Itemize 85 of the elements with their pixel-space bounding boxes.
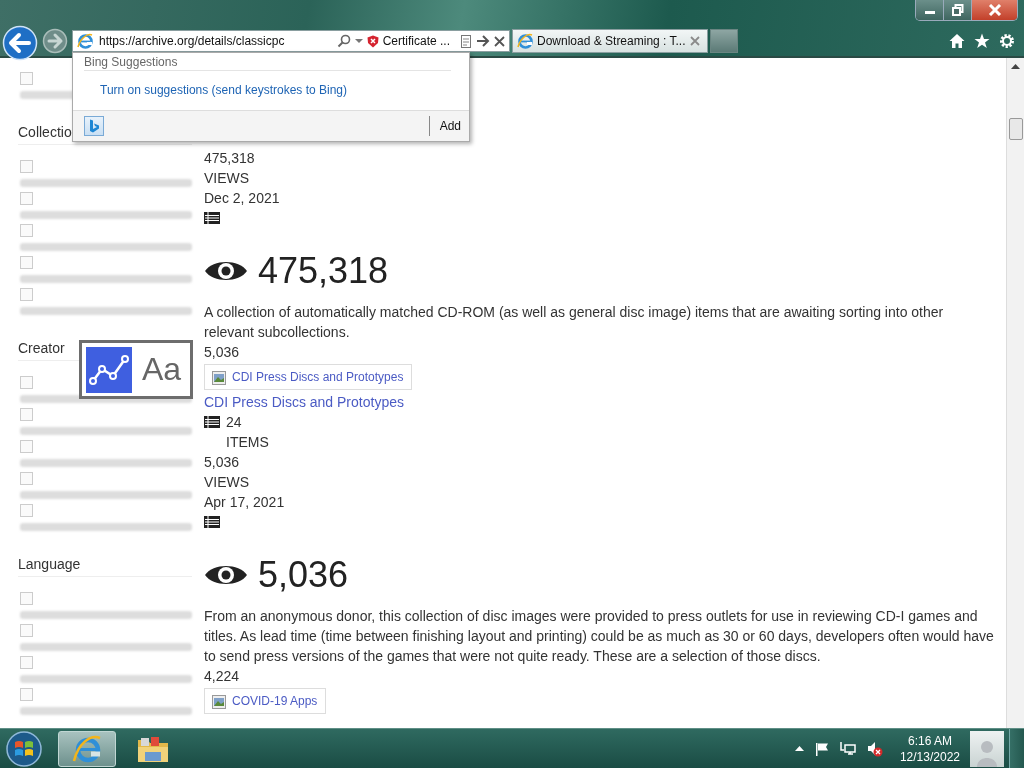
collection-link[interactable]: CDI Press Discs and Prototypes <box>204 392 404 412</box>
list-icon <box>204 516 220 528</box>
show-desktop-button[interactable] <box>1009 728 1024 768</box>
restore-button[interactable] <box>944 0 972 20</box>
suggestions-link[interactable]: Turn on suggestions (send keystrokes to Bing) <box>100 83 469 97</box>
start-button[interactable] <box>6 730 42 767</box>
checkbox[interactable] <box>20 656 33 669</box>
checkbox[interactable] <box>20 408 33 421</box>
add-button[interactable]: Add <box>428 116 461 136</box>
checkbox[interactable] <box>20 72 33 85</box>
count-text: 5,036 <box>204 343 241 362</box>
clock-time: 6:16 AM <box>907 732 952 749</box>
checkbox[interactable] <box>20 376 33 389</box>
count-text: 475,318 <box>204 149 256 168</box>
checkbox[interactable] <box>20 224 33 237</box>
view-count: 5,036 <box>258 554 349 596</box>
minimize-button[interactable] <box>916 0 944 20</box>
arrow-right-icon[interactable] <box>476 35 490 47</box>
restore-icon <box>951 4 964 16</box>
home-icon[interactable] <box>949 33 965 49</box>
user-silhouette-icon <box>976 738 998 767</box>
description-text: A collection of automatically matched CD-ROM (as well as general disc image) items that are awaiting sorting into other relevant subcollections. <box>204 303 945 342</box>
line-chart-icon <box>89 353 129 386</box>
star-icon[interactable] <box>974 33 990 49</box>
show-hidden-icons-button[interactable] <box>794 746 804 751</box>
count-text: Dec 2, 2021 <box>204 189 281 208</box>
speaker-muted-icon[interactable] <box>866 740 883 757</box>
image-icon <box>212 371 226 385</box>
close-button[interactable] <box>972 0 1017 20</box>
bing-logo-button[interactable] <box>84 116 104 136</box>
ie-logo-icon <box>517 33 533 49</box>
scroll-up-icon[interactable] <box>1011 64 1020 69</box>
checkbox[interactable] <box>20 288 33 301</box>
collection-card[interactable]: CDI Press Discs and Prototypes <box>204 364 413 390</box>
address-bar[interactable]: https://archive.org/details/classicpc Certificate ... <box>72 30 510 52</box>
checkbox[interactable] <box>20 192 33 205</box>
checkbox[interactable] <box>20 160 33 173</box>
ie-logo-icon <box>77 33 93 49</box>
forward-button[interactable] <box>42 28 68 54</box>
style-widget[interactable]: Aa <box>79 340 193 399</box>
close-icon[interactable] <box>494 35 505 47</box>
clock[interactable]: 6:16 AM 12/13/2022 <box>899 732 960 765</box>
ie-logo-icon <box>72 733 102 764</box>
close-icon <box>987 4 1002 16</box>
clock-date: 12/13/2022 <box>899 748 960 765</box>
flag-icon[interactable] <box>814 741 829 756</box>
url-text[interactable]: https://archive.org/details/classicpc <box>97 34 333 48</box>
checkbox[interactable] <box>20 688 33 701</box>
image-icon <box>212 695 226 709</box>
section-heading: Bing Suggestions <box>84 55 178 69</box>
filter-heading: Language <box>18 554 192 577</box>
checkbox[interactable] <box>20 624 33 637</box>
count-text: VIEWS <box>204 473 251 492</box>
caret-icon[interactable] <box>354 38 363 44</box>
folder-icon <box>137 734 169 763</box>
count-text: 4,224 <box>204 667 241 686</box>
count-text: VIEWS <box>204 169 251 188</box>
certificate-error-button[interactable]: Certificate ... <box>382 34 450 48</box>
collection-card[interactable]: COVID-19 Apps <box>204 688 327 714</box>
description-text: From an anonymous donor, this collection of disc images were provided to press outlets for use in reviewing CD-I games and titles. As lead time (time between finishing layout and printing) could be as much as 30 or 60 days, developers often would have to send press versions of the games that were not quite ready. These are a selection of those discs. <box>204 607 995 666</box>
count-text: 5,036 <box>204 453 241 472</box>
search-icon[interactable] <box>336 34 351 48</box>
count-text: 24 <box>226 413 242 432</box>
settings-icon[interactable] <box>999 33 1015 49</box>
bing-logo-icon <box>88 119 100 133</box>
list-icon <box>204 212 220 224</box>
browser-tab[interactable]: Download & Streaming : T... <box>512 29 708 53</box>
shield-icon <box>366 34 379 48</box>
checkbox[interactable] <box>20 504 33 517</box>
chart-button[interactable] <box>86 346 132 393</box>
page-icon[interactable] <box>460 34 472 48</box>
taskbar-button[interactable] <box>58 730 116 767</box>
label-text: ITEMS <box>225 433 270 452</box>
scrollbar[interactable] <box>1006 58 1024 728</box>
view-count: 475,318 <box>258 250 389 292</box>
back-button[interactable] <box>2 25 38 61</box>
scroll-thumb[interactable] <box>1009 118 1023 140</box>
network-icon[interactable] <box>839 741 856 756</box>
checkbox[interactable] <box>20 440 33 453</box>
count-text: Apr 17, 2021 <box>204 493 286 512</box>
checkbox[interactable] <box>20 256 33 269</box>
list-icon <box>204 416 220 428</box>
user-tile[interactable] <box>970 730 1004 767</box>
checkbox[interactable] <box>20 592 33 605</box>
checkbox[interactable] <box>20 472 33 485</box>
